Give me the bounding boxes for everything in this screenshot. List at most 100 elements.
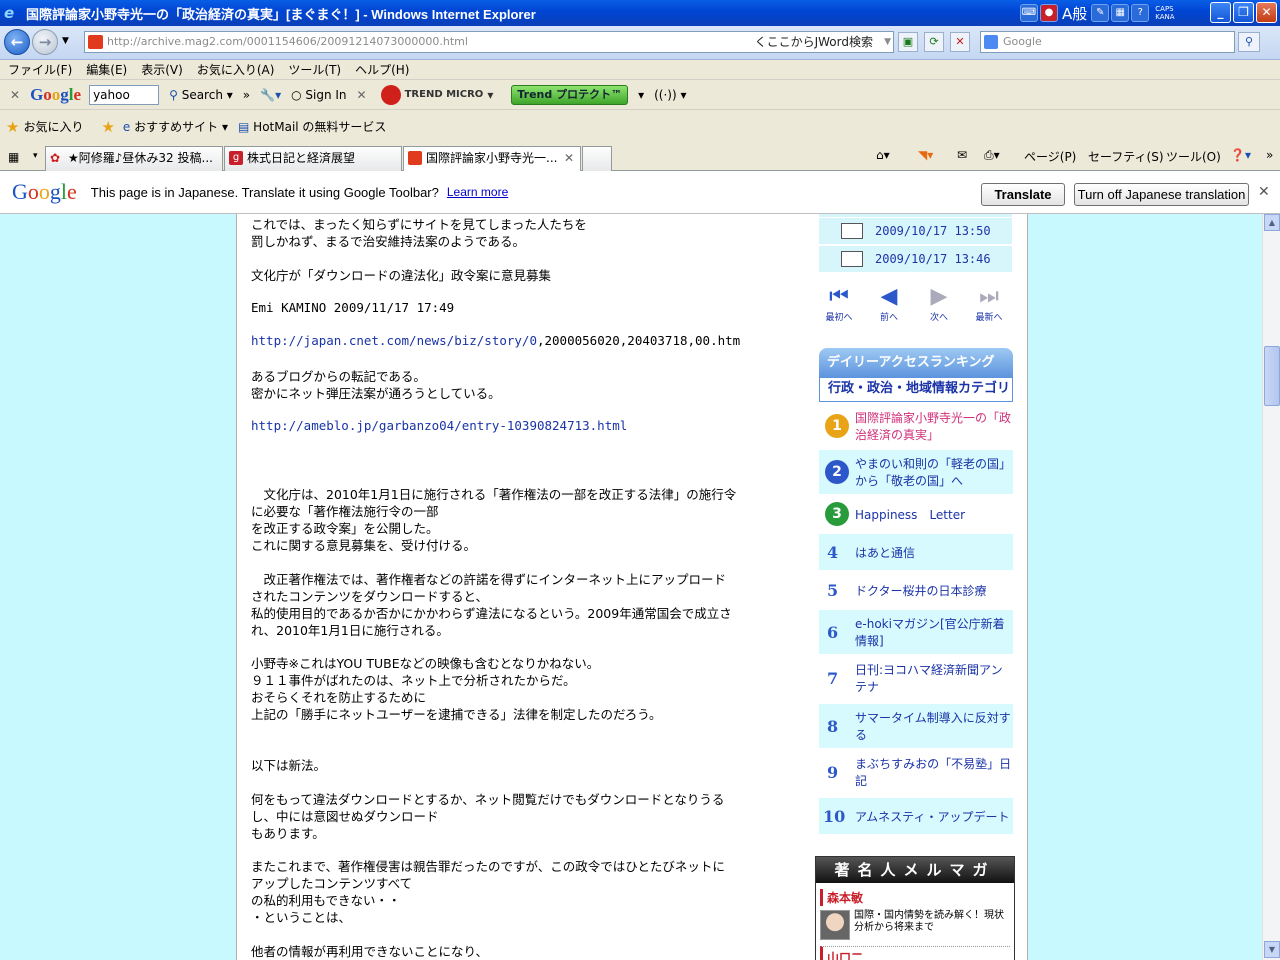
close-button[interactable]: ✕ xyxy=(1256,2,1277,23)
minimize-button[interactable]: _ xyxy=(1210,2,1231,23)
menu-help[interactable]: ヘルプ(H) xyxy=(355,61,409,78)
article-line: れ、2010年1月1日に施行される。 xyxy=(251,623,449,638)
ranking-item[interactable]: 9 まぶちすみおの「不易塾」日記 xyxy=(819,750,1013,794)
ranking-item[interactable]: 8 サマータイム制導入に反対する xyxy=(819,704,1013,748)
tab-onodera[interactable]: 国際評論家小野寺光一... ✕ xyxy=(403,146,581,172)
next-icon: ▶ xyxy=(930,284,948,309)
home-icon[interactable]: ⌂▾ xyxy=(876,148,890,162)
print-icon[interactable]: ⎙▾ xyxy=(984,148,1000,163)
ranking-item[interactable]: 3 Happiness Letter xyxy=(819,496,1013,532)
prev-nav[interactable]: ◀ 前へ xyxy=(869,284,909,323)
menu-file[interactable]: ファイル(F) xyxy=(8,61,72,78)
mail-icon[interactable]: ✉ xyxy=(957,148,967,162)
next-nav[interactable]: ▶ 次へ xyxy=(919,284,959,323)
dictionary-icon[interactable]: ✎ xyxy=(1091,4,1110,22)
add-favorites-icon[interactable]: ★ xyxy=(101,118,114,136)
page-menu[interactable]: ページ(P) xyxy=(1024,148,1076,165)
rank-2-medal-icon: 2 xyxy=(825,460,849,484)
trend-dropdown-icon[interactable]: ▾ xyxy=(638,88,644,102)
latest-icon: ⏭ xyxy=(979,284,999,309)
toolbar-search-input[interactable]: yahoo xyxy=(89,84,160,105)
first-nav[interactable]: ⏮ 最初へ xyxy=(819,284,859,323)
toolbar-close-icon[interactable]: ✕ xyxy=(10,88,20,102)
article-line: 他者の情報が再利用できないことになり、 xyxy=(251,944,489,959)
compatibility-icon[interactable]: ▣ xyxy=(898,32,918,52)
ranking-item[interactable]: 4 はあと通信 xyxy=(819,534,1013,570)
scroll-down-arrow-icon[interactable]: ▼ xyxy=(1264,941,1280,958)
ranking-item[interactable]: 10 アムネスティ・アップデート xyxy=(819,798,1013,834)
ranking-header: デイリーアクセスランキング xyxy=(819,348,1013,378)
author-avatar[interactable] xyxy=(820,910,850,940)
scroll-thumb[interactable] xyxy=(1264,346,1280,406)
help-icon[interactable]: ? xyxy=(1131,4,1150,22)
maximize-button[interactable]: ❐ xyxy=(1233,2,1254,23)
tab-list-icon[interactable]: ▾ xyxy=(33,151,38,161)
system-tray: ⌨ ● A般 ✎ ▦ ? CAPS KANA xyxy=(1020,3,1175,23)
url-dropdown-icon[interactable]: ▼ xyxy=(884,32,891,52)
ameblo-link[interactable]: http://ameblo.jp/garbanzo04/entry-103908… xyxy=(251,418,627,433)
ranking-item[interactable]: 1 国際評論家小野寺光一の「政治経済の真実」 xyxy=(819,404,1013,448)
new-tab-button[interactable] xyxy=(582,146,612,171)
search-button[interactable]: ⚲ xyxy=(1238,32,1260,52)
tab-ashura[interactable]: ✿ ★阿修羅♪昼休み32 投稿... xyxy=(45,146,223,171)
translate-bar: Google This page is in Japanese. Transla… xyxy=(0,171,1280,214)
radio-icon[interactable]: ((·)) ▾ xyxy=(654,88,686,102)
tab-close-icon[interactable]: ✕ xyxy=(564,147,574,169)
ranking-item[interactable]: 7 日刊:ヨコハマ経済新聞アンテナ xyxy=(819,656,1013,700)
ranking-item[interactable]: 5 ドクター桜井の日本診療 xyxy=(819,572,1013,608)
refresh-button[interactable]: ⟳ xyxy=(924,32,944,52)
translate-close-icon[interactable]: ✕ xyxy=(1258,184,1270,200)
keyboard-icon[interactable]: ⌨ xyxy=(1020,4,1038,22)
favicon-icon xyxy=(88,35,103,49)
vertical-scrollbar[interactable]: ▲ ▼ xyxy=(1262,214,1280,960)
wrench-icon[interactable]: 🔧▾ xyxy=(260,88,281,102)
fav-item-recommended[interactable]: e おすすめサイト ▾ xyxy=(123,118,228,135)
ime-icon[interactable]: ● xyxy=(1040,4,1058,22)
quick-tabs-icon[interactable]: ▦ xyxy=(8,150,19,164)
turn-off-translation-button[interactable]: Turn off Japanese translation xyxy=(1074,183,1249,206)
trend-micro-logo[interactable]: TREND MICRO ▾ xyxy=(380,84,493,105)
famous-author-name[interactable]: 森本敏 xyxy=(820,889,1014,906)
ranking-item[interactable]: 6 e-hokiマガジン[官公庁新着情報] xyxy=(819,610,1013,654)
article-line: ・ということは、 xyxy=(251,910,352,925)
menu-view[interactable]: 表示(V) xyxy=(141,61,183,78)
url-input[interactable]: http://archive.mag2.com/0001154606/20091… xyxy=(84,31,894,53)
tools-menu[interactable]: ツール(O) xyxy=(1166,148,1221,165)
ie-icon: e xyxy=(122,120,131,134)
feeds-icon[interactable]: ◥▾ xyxy=(918,148,933,162)
trend-protect-button[interactable]: Trend プロテクト™ xyxy=(511,84,629,105)
latest-nav[interactable]: ⏭ 最新へ xyxy=(969,284,1009,323)
google-logo[interactable]: Google xyxy=(30,85,81,105)
translate-button[interactable]: Translate xyxy=(981,183,1065,206)
menu-tools[interactable]: ツール(T) xyxy=(288,61,341,78)
tools-icon[interactable]: ▦ xyxy=(1111,4,1130,22)
ranking-item[interactable]: 2 やまのい和則の「軽老の国」から「敬老の国」へ xyxy=(819,450,1013,494)
favorites-bar: ★ お気に入り ★ e おすすめサイト ▾ ▤ HotMail の無料サービス xyxy=(0,110,1280,143)
rank-1-medal-icon: 1 xyxy=(825,414,849,438)
archive-date-row[interactable]: 2009/10/17 13:46 xyxy=(819,246,1012,272)
history-dropdown-icon[interactable]: ▼ xyxy=(62,36,69,46)
ime-mode[interactable]: A般 xyxy=(1062,3,1087,24)
menu-favorites[interactable]: お気に入り(A) xyxy=(197,61,275,78)
trend-close-icon[interactable]: ✕ xyxy=(357,88,367,102)
toolbar-search-button[interactable]: ⚲ Search ▾ xyxy=(169,88,233,102)
forward-button[interactable]: → xyxy=(32,29,58,55)
archive-date-row[interactable]: 2009/10/17 13:50 xyxy=(819,218,1012,244)
search-input[interactable]: Google xyxy=(980,31,1235,53)
fav-item-hotmail[interactable]: ▤ HotMail の無料サービス xyxy=(238,118,386,135)
help-icon[interactable]: ❓▾ xyxy=(1230,148,1251,162)
learn-more-link[interactable]: Learn more xyxy=(447,185,508,199)
more-chevron-icon[interactable]: » xyxy=(243,88,250,102)
tab-stock-diary[interactable]: g 株式日記と経済展望 xyxy=(224,146,402,171)
favorites-button[interactable]: お気に入り xyxy=(23,118,83,135)
scroll-up-arrow-icon[interactable]: ▲ xyxy=(1264,214,1280,231)
cnet-link[interactable]: http://japan.cnet.com/news/biz/story/0 xyxy=(251,333,537,348)
jword-search-label[interactable]: くここからJWord検索 xyxy=(755,32,873,52)
famous-next-author[interactable]: 山口二 xyxy=(820,946,1010,960)
more-chevron-icon[interactable]: » xyxy=(1266,148,1273,162)
back-button[interactable]: ← xyxy=(4,29,30,55)
safety-menu[interactable]: セーフティ(S) xyxy=(1088,148,1164,165)
stop-button[interactable]: ✕ xyxy=(950,32,970,52)
sign-in-button[interactable]: ○ Sign In xyxy=(291,88,346,102)
menu-edit[interactable]: 編集(E) xyxy=(86,61,127,78)
